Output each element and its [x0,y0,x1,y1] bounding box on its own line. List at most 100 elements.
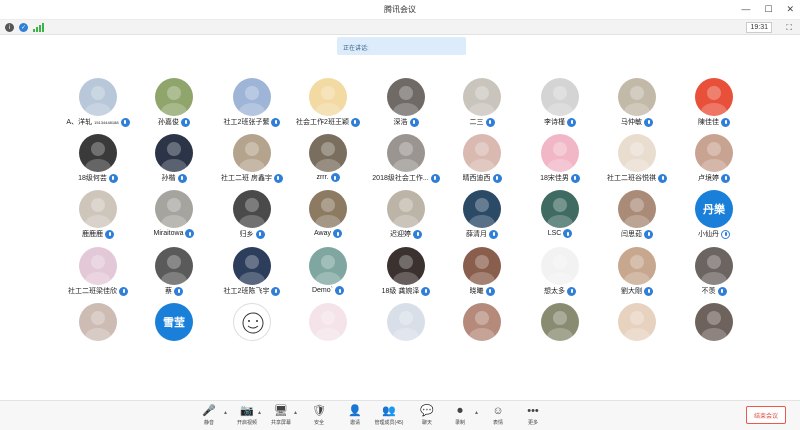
toolbar-shield-button[interactable]: 🛡 安全 [302,404,336,430]
participant-label: 社工二班 房鑫宇 [213,173,291,183]
participant-tile[interactable]: 晴西迪西 [443,134,521,190]
participant-tile[interactable]: 薛清月 [443,190,521,246]
participant-name: 劉大剛 [621,288,642,295]
participant-tile[interactable]: 蔡 [135,247,213,303]
microphone-icon [644,229,653,239]
avatar [618,247,656,285]
chevron-up-icon[interactable]: ▴ [224,409,227,416]
participant-tile[interactable] [443,303,521,359]
participant-tile[interactable]: Away [289,190,367,246]
participant-label: 18级 龚婉泽 [367,286,445,296]
chevron-up-icon[interactable]: ▴ [294,409,297,416]
participant-tile[interactable]: 迟迎婷 [367,190,445,246]
participant-tile[interactable] [521,303,599,359]
participant-tile[interactable]: 社工2班张子蘩 [213,78,291,134]
participant-tile[interactable]: LSC [521,190,599,246]
participant-label: Demo` [289,286,367,295]
participant-tile[interactable]: 社工二班 房鑫宇 [213,134,291,190]
participant-label: 孙楷 [135,173,213,183]
participant-tile[interactable] [213,303,291,359]
participant-name: 深浩 [393,119,408,126]
avatar: 丹樂 [695,190,733,228]
participant-tile[interactable]: 不羡 [675,247,753,303]
participant-name: 社工2班张子蘩 [223,119,270,126]
toolbar-microphone-button[interactable]: 🎤 静音 [192,404,226,430]
avatar [695,78,733,116]
microphone-icon [181,117,190,127]
participant-tile[interactable] [598,303,676,359]
participant-tile[interactable]: 深浩 [367,78,445,134]
participant-tile[interactable]: 闫思茹 [598,190,676,246]
participant-tile[interactable]: 孙嘉俊 [135,78,213,134]
toolbar-chat-button[interactable]: 💬 聊天 [410,404,444,430]
toolbar-label: 聊天 [421,420,432,426]
chevron-up-icon[interactable]: ▴ [258,409,261,416]
participant-tile[interactable]: 晓曦 [443,247,521,303]
chevron-up-icon[interactable]: ▴ [475,409,478,416]
participant-label: LSC [521,229,599,238]
participant-tile[interactable]: 李诗槿 [521,78,599,134]
participant-tile[interactable]: 18宋佳男 [521,134,599,190]
participant-label: Miraitowa [135,229,213,238]
toolbar-camera-off-button[interactable]: 📷 开启视频 [230,404,264,430]
microphone-icon [350,117,360,127]
participant-tile[interactable]: 孙楷 [135,134,213,190]
toolbar-record-button[interactable]: ⏺ 录制 [443,404,477,430]
participant-tile[interactable]: 马仲敏 [598,78,676,134]
end-meeting-button[interactable]: 结束会议 [746,406,786,424]
participant-tile[interactable]: 18级 龚婉泽 [367,247,445,303]
participant-tile[interactable]: 卢境婷 [675,134,753,190]
participant-tile[interactable]: 2018级社会工作... [367,134,445,190]
participant-name: 2018级社会工作... [372,175,429,182]
participant-label: 二三 [443,117,521,127]
toolbar-members-button[interactable]: 👥 管理成员(45) [372,404,406,430]
participant-tile[interactable]: 社工2班陈飞宇 [213,247,291,303]
participant-tile[interactable]: 劉大剛 [598,247,676,303]
participant-tile[interactable]: 社工二班谷悦祺 [598,134,676,190]
participant-tile[interactable]: 陳佳佳 [675,78,753,134]
participant-tile[interactable]: 想太多 [521,247,599,303]
microphone-icon [330,173,340,182]
participant-tile[interactable] [59,303,137,359]
microphone-icon [421,286,431,296]
participant-label: 社工2班陈飞宇 [213,286,291,296]
avatar [463,190,501,228]
participant-tile[interactable]: Miraitowa [135,190,213,246]
microphone-icon [570,173,580,183]
participant-tile[interactable]: zrrr. [289,134,367,190]
participant-tile[interactable]: 丹樂 小仙丹 [675,190,753,246]
participant-tile[interactable]: 二三 [443,78,521,134]
participant-tile[interactable]: A、洋轧 15134448188 [59,78,137,134]
participant-tile[interactable] [289,303,367,359]
microphone-icon [413,229,422,239]
participant-label: 深浩 [367,117,445,127]
toolbar-invite-button[interactable]: 👤 邀请 [338,404,372,430]
microphone-icon [108,173,118,183]
avatar [541,78,579,116]
participant-label: 蔡 [135,286,213,296]
microphone-icon [271,286,281,296]
participant-name: 不羡 [701,288,716,295]
toolbar-more-button[interactable]: ••• 更多 [516,404,550,430]
participant-tile[interactable]: Demo` [289,247,367,303]
microphone-icon [105,229,114,239]
participant-name: 社会工作2班王颖 [296,119,349,126]
toolbar-emoji-button[interactable]: ☺ 表情 [481,404,515,430]
participant-tile[interactable] [675,303,753,359]
avatar [695,134,733,172]
participant-tile[interactable]: 雪莹 [135,303,213,359]
microphone-icon [273,173,283,183]
participant-tile[interactable]: 鹿鹿鹿 [59,190,137,246]
toolbar-label: 管理成员(45) [374,420,404,426]
participant-label: 卢境婷 [675,173,753,183]
participant-tile[interactable]: 社会工作2班王颖 [289,78,367,134]
participant-tile[interactable]: 归乡 [213,190,291,246]
participant-tile[interactable]: 社工二班梁佳欣 [59,247,137,303]
participant-tile[interactable] [367,303,445,359]
participant-tile[interactable]: 18级何芸 [59,134,137,190]
participant-name: 社工二班梁佳欣 [68,288,117,295]
toolbar-share-screen-button[interactable]: 🖥 共享屏幕 [264,404,298,430]
toolbar-label: 更多 [527,420,538,426]
avatar [618,134,656,172]
avatar [233,247,271,285]
